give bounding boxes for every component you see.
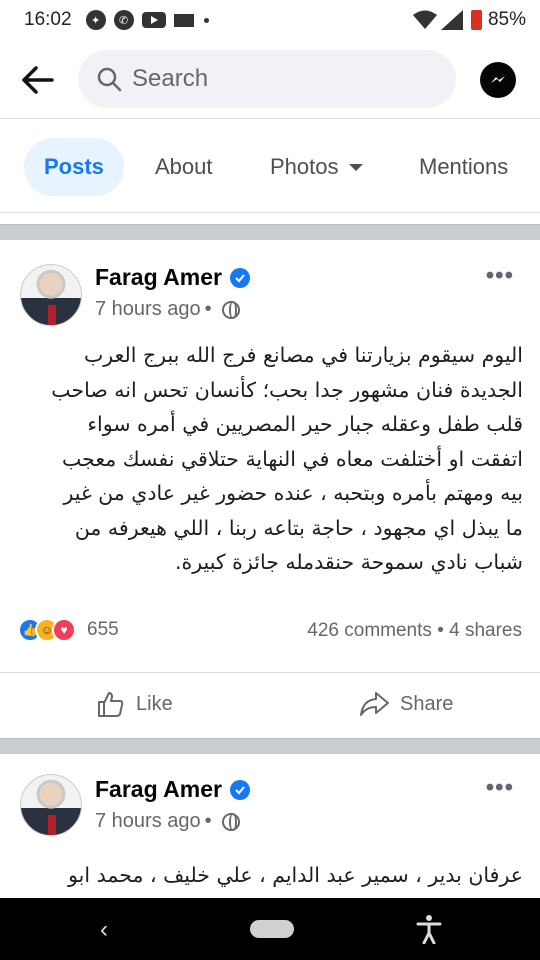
shares-count[interactable]: 4 shares: [449, 620, 522, 641]
section-separator: [0, 738, 540, 754]
engagement-counts[interactable]: 426 comments • 4 shares: [307, 620, 522, 642]
post-meta[interactable]: 7 hours ago •: [95, 298, 240, 321]
post-meta[interactable]: 7 hours ago •: [95, 810, 240, 833]
verified-badge-icon: [229, 779, 250, 800]
tab-posts[interactable]: Posts: [24, 138, 124, 196]
post-card: Farag Amer 7 hours ago • ••• اليوم سيقوم…: [0, 240, 540, 738]
system-home-button[interactable]: [250, 920, 294, 938]
wifi-icon: [412, 10, 437, 29]
back-button[interactable]: [18, 60, 58, 100]
counts-dot: •: [437, 620, 450, 641]
avatar[interactable]: [20, 264, 82, 326]
tab-about[interactable]: About: [155, 138, 213, 196]
phone-notification-icon: ✆: [113, 10, 134, 30]
youtube-notification-icon: [141, 12, 166, 28]
search-bar[interactable]: [78, 50, 456, 108]
accessibility-icon: [416, 915, 442, 945]
post-action-bar: Like Share: [0, 672, 540, 734]
post-text: عرفان بدير ، سمير عبد الدايم ، علي خليف …: [68, 863, 523, 887]
messenger-button[interactable]: [480, 62, 516, 98]
signal-icon: [440, 10, 463, 30]
accessibility-button[interactable]: [416, 914, 442, 949]
tab-photos[interactable]: Photos: [270, 138, 363, 196]
globe-icon: [221, 812, 240, 831]
profile-tabs: Posts About Photos Mentions: [0, 138, 540, 196]
comments-count[interactable]: 426 comments: [307, 620, 432, 641]
search-input[interactable]: [132, 65, 432, 93]
post-time: 7 hours ago: [95, 810, 201, 832]
status-time: 16:02: [24, 9, 72, 30]
tab-mentions[interactable]: Mentions: [419, 138, 508, 196]
chevron-down-icon: [348, 163, 363, 171]
tab-photos-label: Photos: [270, 154, 339, 179]
search-header: [0, 40, 540, 118]
meta-dot: •: [204, 298, 212, 320]
post-options-button[interactable]: •••: [486, 262, 514, 290]
tab-mentions-label: Mentions: [419, 154, 509, 179]
share-arrow-icon: [360, 692, 389, 716]
meta-dot: •: [204, 810, 212, 832]
messenger-notification-icon: ✦: [85, 10, 106, 30]
battery-percent: 85%: [487, 9, 526, 30]
reactions-summary[interactable]: 👍 ☺ ♥ 655: [18, 618, 119, 642]
reaction-count: 655: [87, 619, 119, 640]
avatar[interactable]: [20, 774, 82, 836]
tabs-divider: [0, 212, 540, 213]
post-options-button[interactable]: •••: [486, 774, 514, 802]
like-label: Like: [136, 692, 173, 715]
post-card: Farag Amer 7 hours ago • ••• عرفان بدير …: [0, 754, 540, 898]
share-label: Share: [400, 692, 454, 715]
love-reaction-icon: ♥: [52, 618, 76, 642]
screen-notification-icon: [173, 13, 194, 27]
messenger-icon: [491, 76, 505, 83]
system-nav-bar: ‹: [0, 898, 540, 960]
globe-icon: [221, 300, 240, 319]
author-name: Farag Amer: [95, 776, 222, 802]
post-author[interactable]: Farag Amer: [95, 264, 250, 291]
more-notifications-icon: [203, 17, 209, 23]
system-back-button[interactable]: ‹: [100, 916, 108, 944]
verified-badge-icon: [229, 267, 250, 288]
post-time: 7 hours ago: [95, 298, 201, 320]
search-icon: [97, 67, 122, 92]
status-bar: 16:02 ✦ ✆ 85%: [0, 0, 540, 40]
section-separator: [0, 224, 540, 240]
header-divider: [0, 118, 540, 119]
battery-icon: [470, 10, 482, 30]
back-arrow-icon: [22, 66, 54, 94]
like-button[interactable]: Like: [96, 689, 173, 719]
post-text: اليوم سيقوم بزيارتنا في مصانع فرج الله ب…: [51, 343, 523, 574]
post-author[interactable]: Farag Amer: [95, 776, 250, 803]
thumbs-up-icon: [98, 692, 124, 717]
share-button[interactable]: Share: [358, 689, 453, 719]
tab-about-label: About: [155, 154, 213, 179]
author-name: Farag Amer: [95, 264, 222, 290]
